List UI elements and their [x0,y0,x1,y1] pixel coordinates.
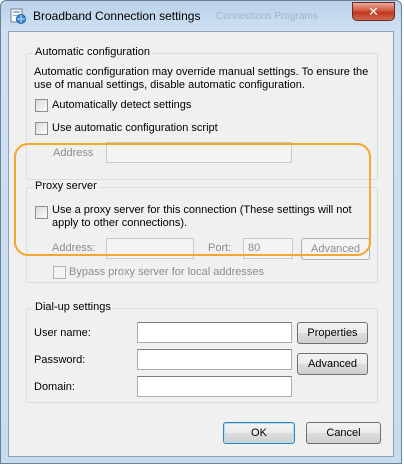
network-settings-icon [10,8,26,24]
dialup-advanced-button-label: Advanced [308,358,357,370]
ok-button-label: OK [251,427,267,439]
auto-config-script-label: Use automatic configuration script [52,122,218,134]
ok-button[interactable]: OK [223,422,295,444]
automatic-configuration-heading: Automatic configuration [33,46,152,58]
auto-detect-label: Automatically detect settings [52,99,192,111]
username-label: User name: [34,327,91,339]
close-button[interactable]: ✕ [352,2,395,21]
auto-config-script-checkbox[interactable] [35,122,48,135]
automatic-configuration-description-line2: use of manual settings, disable automati… [34,79,305,91]
cancel-button[interactable]: Cancel [306,422,381,444]
domain-label: Domain: [34,381,75,393]
title-bar: Broadband Connection settings Connection… [1,1,401,31]
password-input[interactable] [137,349,292,370]
cancel-button-label: Cancel [326,427,361,439]
properties-button-label: Properties [307,327,358,339]
properties-button[interactable]: Properties [297,322,368,344]
dialup-settings-heading: Dial-up settings [33,301,113,313]
automatic-configuration-description-line1: Automatic configuration may override man… [34,66,369,78]
username-input[interactable] [137,322,292,343]
proxy-highlight-annotation [14,143,371,256]
dialup-advanced-button[interactable]: Advanced [297,353,368,375]
bypass-local-label: Bypass proxy server for local addresses [69,266,265,278]
bypass-local-checkbox[interactable] [53,266,66,279]
password-label: Password: [34,354,86,366]
domain-input[interactable] [137,376,292,397]
background-window-title: Connections Programs [216,11,318,22]
auto-detect-checkbox[interactable] [35,99,48,112]
close-icon: ✕ [368,3,379,19]
window-title: Broadband Connection settings [33,9,201,23]
